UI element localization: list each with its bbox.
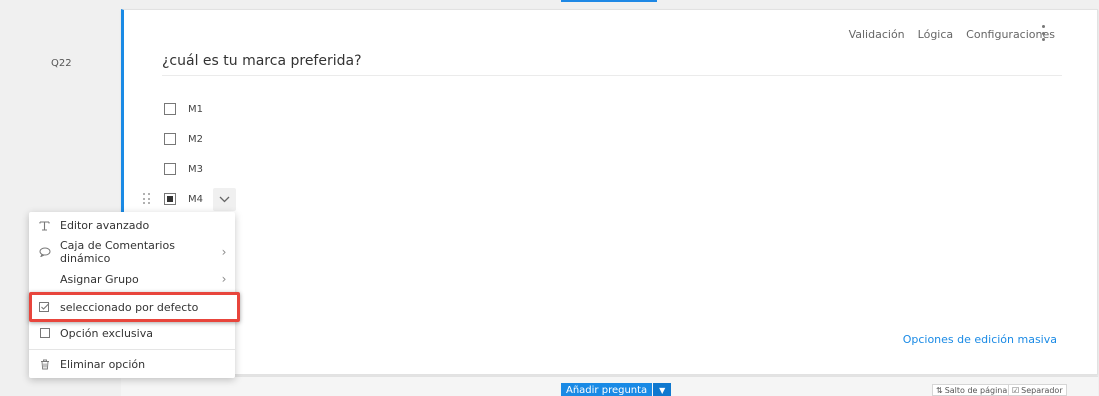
menu-item-label: seleccionado por defecto [60,300,199,314]
page-break-icon: ⇅ [936,385,943,395]
menu-item-label: Asignar Grupo [60,272,139,286]
separator-label: Separador [1021,385,1063,395]
separator-button[interactable]: ☑ Separador [1008,384,1067,396]
menu-item-default-selected-row[interactable]: seleccionado por defecto [29,294,234,320]
option-checkbox[interactable] [164,103,176,115]
option-m2[interactable]: M2 [164,131,203,147]
page-break-label: Salto de página [944,385,1008,395]
more-options-icon[interactable] [1040,25,1046,41]
checkbox-checked-icon [29,302,60,312]
question-number: Q22 [51,58,72,69]
menu-item-delete-option[interactable]: Eliminar opción [29,351,235,377]
option-checkbox[interactable] [164,163,176,175]
option-label[interactable]: M2 [188,134,203,145]
checkbox-icon: ☑ [1012,385,1020,395]
menu-item-default-selected[interactable]: seleccionado por defecto [32,295,237,319]
question-actions: Validación Lógica Configuraciones [849,28,1055,41]
option-m4[interactable]: M4 [164,191,203,207]
add-question-button[interactable]: Añadir pregunta ▼ [561,383,672,396]
option-label[interactable]: M4 [188,194,203,205]
menu-item-advanced-editor[interactable]: Editor avanzado [29,212,235,238]
menu-item-dynamic-comments[interactable]: Caja de Comentarios dinámico › [29,239,235,265]
option-label[interactable]: M1 [188,104,203,115]
menu-item-exclusive-option[interactable]: Opción exclusiva [29,320,235,346]
menu-item-label: Editor avanzado [60,218,150,232]
chevron-right-icon: › [221,245,227,259]
option-m1[interactable]: M1 [164,101,203,117]
question-card: Validación Lógica Configuraciones ¿cuál … [121,9,1098,375]
menu-divider [29,349,235,350]
checkbox-empty-icon [29,328,60,338]
mass-edit-link[interactable]: Opciones de edición masiva [903,333,1057,346]
menu-item-assign-group[interactable]: Asignar Grupo › [29,266,235,292]
add-question-label[interactable]: Añadir pregunta [561,383,653,396]
logic-tab[interactable]: Lógica [918,28,954,41]
page-break-button[interactable]: ⇅ Salto de página [932,384,1012,396]
caret-down-icon[interactable]: ▼ [653,383,672,396]
menu-item-label: Opción exclusiva [60,326,153,340]
option-checkbox-checked[interactable] [164,193,176,205]
option-menu-chevron-down-icon[interactable] [213,188,236,211]
menu-item-label: Caja de Comentarios dinámico [60,239,175,265]
top-add-question-button-edge[interactable] [561,0,657,2]
validation-tab[interactable]: Validación [849,28,905,41]
chevron-right-icon: › [221,272,227,286]
question-title[interactable]: ¿cuál es tu marca preferida? [162,53,1062,76]
comment-icon [29,247,60,257]
text-format-icon [29,220,60,231]
drag-handle-icon[interactable] [143,193,151,205]
option-checkbox[interactable] [164,133,176,145]
trash-icon [29,359,60,370]
option-m3[interactable]: M3 [164,161,203,177]
option-label[interactable]: M3 [188,164,203,175]
menu-item-label: Eliminar opción [60,357,146,371]
